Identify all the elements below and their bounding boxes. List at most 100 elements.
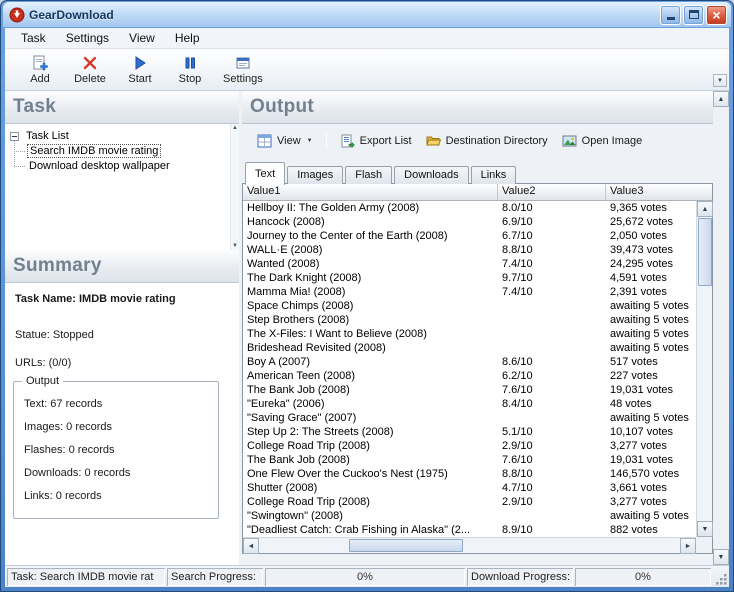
close-button[interactable]: × xyxy=(706,5,727,25)
tree-item-search-imdb[interactable]: Search IMDB movie rating xyxy=(27,144,161,158)
table-row[interactable]: Space Chimps (2008)awaiting 5 votes xyxy=(243,299,696,313)
export-list-button[interactable]: Export List xyxy=(333,131,419,151)
menu-settings[interactable]: Settings xyxy=(56,29,119,47)
scroll-left-icon[interactable]: ◄ xyxy=(243,538,259,554)
table-row[interactable]: The X-Files: I Want to Believe (2008)awa… xyxy=(243,327,696,341)
table-row[interactable]: Brideshead Revisited (2008)awaiting 5 vo… xyxy=(243,341,696,355)
table-cell-value3: 882 votes xyxy=(606,523,696,537)
vertical-scroll-thumb[interactable] xyxy=(698,218,712,286)
stop-button-label: Stop xyxy=(179,73,202,85)
toolbar: Add Delete Start xyxy=(5,49,729,91)
table-row[interactable]: "Swingtown" (2008)awaiting 5 votes xyxy=(243,509,696,523)
table-cell-value3: 24,295 votes xyxy=(606,257,696,271)
table-row[interactable]: The Dark Knight (2008)9.7/104,591 votes xyxy=(243,271,696,285)
tree-collapse-toggle[interactable] xyxy=(10,132,19,141)
toolbar-separator xyxy=(326,132,327,149)
menu-view[interactable]: View xyxy=(119,29,165,47)
table-cell-value2 xyxy=(498,327,606,341)
table-row[interactable]: "Saving Grace" (2007)awaiting 5 votes xyxy=(243,411,696,425)
table-cell-value2 xyxy=(498,341,606,355)
column-header-value1[interactable]: Value1 xyxy=(243,184,498,201)
table-cell-value3: 146,570 votes xyxy=(606,467,696,481)
table-row[interactable]: Step Up 2: The Streets (2008)5.1/1010,10… xyxy=(243,425,696,439)
table-cell-value2: 8.6/10 xyxy=(498,355,606,369)
tab-images[interactable]: Images xyxy=(287,166,343,184)
toolbar-overflow-chevron[interactable]: ▼ xyxy=(713,74,727,87)
summary-download-records: Downloads: 0 records xyxy=(24,467,130,479)
table-vertical-scrollbar[interactable]: ▲ ▼ xyxy=(696,201,712,537)
minimize-icon xyxy=(667,17,675,20)
search-progress-value: 0% xyxy=(357,571,373,583)
add-button[interactable]: Add xyxy=(15,49,65,90)
table-cell-value3: 9,365 votes xyxy=(606,201,696,215)
table-cell-value2: 2.9/10 xyxy=(498,495,606,509)
titlebar[interactable]: GearDownload × xyxy=(3,2,731,27)
table-row[interactable]: "Eureka" (2006)8.4/1048 votes xyxy=(243,397,696,411)
table-row[interactable]: One Flew Over the Cuckoo's Nest (1975)8.… xyxy=(243,467,696,481)
tab-flash[interactable]: Flash xyxy=(345,166,392,184)
minus-icon xyxy=(12,136,17,137)
delete-button[interactable]: Delete xyxy=(65,49,115,90)
destination-directory-button[interactable]: Destination Directory xyxy=(419,131,555,151)
table-horizontal-scrollbar[interactable]: ◄ ► xyxy=(243,537,696,553)
table-row[interactable]: "Deadliest Catch: Crab Fishing in Alaska… xyxy=(243,523,696,537)
maximize-button[interactable] xyxy=(683,5,704,25)
table-row[interactable]: Hellboy II: The Golden Army (2008)8.0/10… xyxy=(243,201,696,215)
table-cell-value2: 8.4/10 xyxy=(498,397,606,411)
scroll-up-icon[interactable]: ▲ xyxy=(231,125,239,131)
panel-scrollbar[interactable]: ▲ ▼ xyxy=(713,91,729,565)
table-row[interactable]: College Road Trip (2008)2.9/103,277 vote… xyxy=(243,439,696,453)
output-panel: Output View ▼ xyxy=(242,91,713,565)
horizontal-scroll-thumb[interactable] xyxy=(349,539,463,552)
tab-text[interactable]: Text xyxy=(245,162,285,185)
menu-bar: Task Settings View Help xyxy=(5,28,729,49)
scroll-right-icon[interactable]: ► xyxy=(680,538,696,554)
table-cell-value2: 4.7/10 xyxy=(498,481,606,495)
menu-help[interactable]: Help xyxy=(165,29,210,47)
table-cell-value2 xyxy=(498,509,606,523)
tree-scrollbar[interactable]: ▲ ▼ xyxy=(230,124,239,250)
scroll-down-icon[interactable]: ▼ xyxy=(231,243,239,249)
open-image-button[interactable]: Open Image xyxy=(555,131,650,151)
table-cell-value1: Mamma Mia! (2008) xyxy=(243,285,498,299)
table-row[interactable]: College Road Trip (2008)2.9/103,277 vote… xyxy=(243,495,696,509)
task-panel: Task Task List Search IMDB movie rating … xyxy=(5,91,239,565)
scroll-up-icon[interactable]: ▲ xyxy=(713,91,729,107)
tree-item-download-wallpaper[interactable]: Download desktop wallpaper xyxy=(27,160,172,172)
table-cell-value3: 3,277 votes xyxy=(606,495,696,509)
table-row[interactable]: Mamma Mia! (2008)7.4/102,391 votes xyxy=(243,285,696,299)
scroll-down-icon[interactable]: ▼ xyxy=(713,549,729,565)
table-row[interactable]: WALL·E (2008)8.8/1039,473 votes xyxy=(243,243,696,257)
resize-grip[interactable] xyxy=(713,568,728,586)
tree-root-label[interactable]: Task List xyxy=(24,130,71,142)
table-cell-value1: American Teen (2008) xyxy=(243,369,498,383)
settings-button[interactable]: Settings xyxy=(215,49,271,90)
table-cell-value2: 6.9/10 xyxy=(498,215,606,229)
output-toolbar: View ▼ xyxy=(242,124,713,157)
table-row[interactable]: Step Brothers (2008)awaiting 5 votes xyxy=(243,313,696,327)
table-row[interactable]: Boy A (2007)8.6/10517 votes xyxy=(243,355,696,369)
tab-downloads[interactable]: Downloads xyxy=(394,166,468,184)
table-row[interactable]: Hancock (2008)6.9/1025,672 votes xyxy=(243,215,696,229)
column-header-value3[interactable]: Value3 xyxy=(606,184,712,201)
table-cell-value3: 48 votes xyxy=(606,397,696,411)
table-cell-value3: 2,391 votes xyxy=(606,285,696,299)
table-row[interactable]: Wanted (2008)7.4/1024,295 votes xyxy=(243,257,696,271)
view-button[interactable]: View ▼ xyxy=(250,131,320,151)
minimize-button[interactable] xyxy=(660,5,681,25)
menu-task[interactable]: Task xyxy=(11,29,56,47)
table-row[interactable]: Shutter (2008)4.7/103,661 votes xyxy=(243,481,696,495)
scroll-down-icon[interactable]: ▼ xyxy=(697,521,713,537)
scroll-up-icon[interactable]: ▲ xyxy=(697,201,713,217)
table-row[interactable]: American Teen (2008)6.2/10227 votes xyxy=(243,369,696,383)
tree-connector xyxy=(14,166,25,167)
table-row[interactable]: The Bank Job (2008)7.6/1019,031 votes xyxy=(243,453,696,467)
task-panel-header: Task xyxy=(5,91,239,124)
tab-links[interactable]: Links xyxy=(471,166,517,184)
stop-button[interactable]: Stop xyxy=(165,49,215,90)
start-button[interactable]: Start xyxy=(115,49,165,90)
destination-directory-label: Destination Directory xyxy=(446,135,548,147)
table-row[interactable]: The Bank Job (2008)7.6/1019,031 votes xyxy=(243,383,696,397)
table-row[interactable]: Journey to the Center of the Earth (2008… xyxy=(243,229,696,243)
column-header-value2[interactable]: Value2 xyxy=(498,184,606,201)
